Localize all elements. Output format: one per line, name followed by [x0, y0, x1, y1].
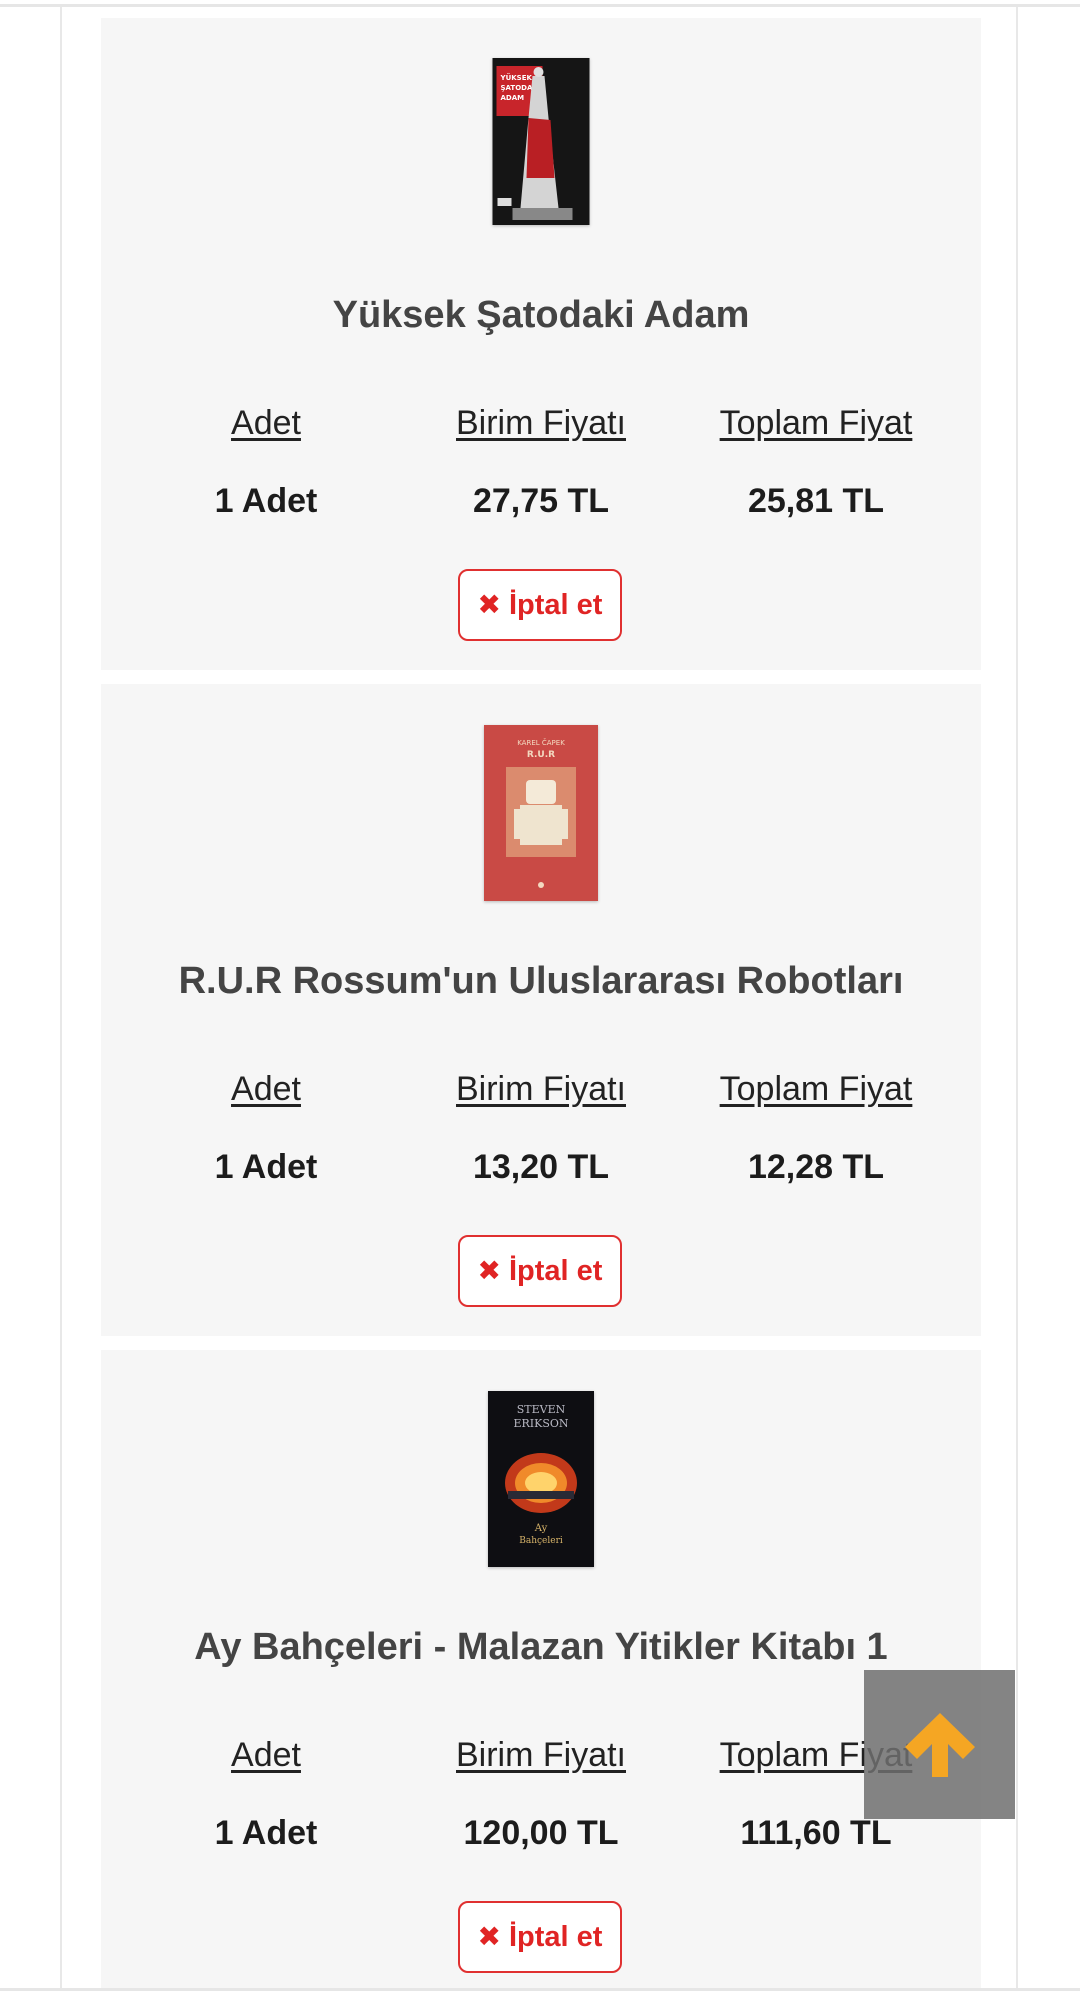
unit-price-header: Birim Fiyatı: [456, 1070, 626, 1108]
cancel-label: İptal et: [509, 588, 603, 621]
arrow-up-icon: [904, 1712, 975, 1777]
svg-text:STEVEN: STEVEN: [517, 1403, 566, 1416]
unit-price-header: Birim Fiyatı: [456, 1736, 626, 1774]
total-price-value: 25,81 TL: [747, 482, 885, 520]
total-price-header: Toplam Fiyat: [719, 404, 913, 442]
total-price-value: 12,28 TL: [747, 1148, 885, 1186]
close-icon: ✖: [477, 589, 501, 620]
svg-text:Bahçeleri: Bahçeleri: [519, 1536, 563, 1546]
qty-value: 1 Adet: [214, 1148, 318, 1186]
close-icon: ✖: [477, 1255, 501, 1286]
bottom-divider: [0, 1988, 1080, 1991]
qty-value: 1 Adet: [214, 482, 318, 520]
svg-text:ERIKSON: ERIKSON: [513, 1417, 568, 1430]
cancel-button[interactable]: ✖ İptal et: [458, 1901, 622, 1973]
svg-text:YÜKSEK: YÜKSEK: [500, 73, 533, 82]
total-price-value: 111,60 TL: [740, 1814, 892, 1852]
cancel-label: İptal et: [509, 1920, 603, 1953]
product-title[interactable]: R.U.R Rossum'un Uluslararası Robotları: [101, 960, 981, 1003]
unit-price-value: 13,20 TL: [472, 1148, 610, 1186]
qty-header: Adet: [231, 1736, 301, 1774]
cart-item-card: KAREL ČAPEK R.U.R R.U.R Rossum'un Ulusla…: [101, 684, 981, 1336]
unit-price-value: 27,75 TL: [472, 482, 610, 520]
total-price-header: Toplam Fiyat: [719, 1070, 913, 1108]
scroll-to-top-button[interactable]: [864, 1670, 1015, 1819]
product-title[interactable]: Ay Bahçeleri - Malazan Yitikler Kitabı 1: [101, 1626, 981, 1669]
book-cover-image[interactable]: YÜKSEK ŞATODAKİ ADAM: [492, 58, 590, 225]
qty-header: Adet: [231, 1070, 301, 1108]
unit-price-header: Birim Fiyatı: [456, 404, 626, 442]
cart-item-card: YÜKSEK ŞATODAKİ ADAM Yüksek Şatodaki Ada…: [101, 18, 981, 670]
cart-item-card: STEVEN ERIKSON Ay Bahçeleri Ay Bahçeleri…: [101, 1350, 981, 1988]
close-icon: ✖: [477, 1921, 501, 1952]
svg-text:R.U.R: R.U.R: [527, 750, 555, 760]
svg-text:KAREL ČAPEK: KAREL ČAPEK: [517, 738, 565, 747]
unit-price-value: 120,00 TL: [463, 1814, 619, 1852]
cancel-button[interactable]: ✖ İptal et: [458, 1235, 622, 1307]
qty-header: Adet: [231, 404, 301, 442]
cancel-label: İptal et: [509, 1254, 603, 1287]
book-cover-image[interactable]: STEVEN ERIKSON Ay Bahçeleri: [488, 1391, 594, 1567]
cancel-button[interactable]: ✖ İptal et: [458, 569, 622, 641]
book-cover-image[interactable]: KAREL ČAPEK R.U.R: [484, 725, 598, 901]
svg-text:ADAM: ADAM: [501, 94, 525, 102]
product-title[interactable]: Yüksek Şatodaki Adam: [101, 294, 981, 337]
qty-value: 1 Adet: [214, 1814, 318, 1852]
svg-text:Ay: Ay: [534, 1523, 548, 1534]
